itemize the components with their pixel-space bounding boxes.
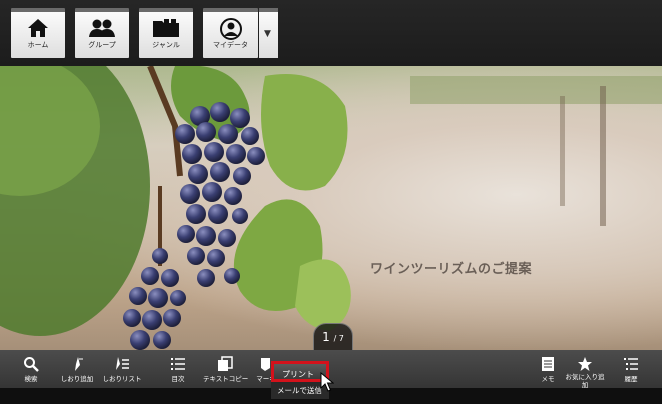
home-icon	[28, 19, 48, 37]
history-icon	[624, 358, 638, 370]
favorite-add-label-line1: お気に入り追	[565, 373, 605, 381]
bookmark-list-icon	[116, 357, 129, 370]
grape-vine-image	[0, 66, 662, 350]
list-icon	[171, 358, 185, 370]
page-indicator[interactable]: 1 / 7	[313, 323, 353, 351]
current-page: 1	[322, 330, 330, 344]
total-pages: / 7	[333, 334, 344, 343]
nav-genre-button[interactable]: ジャンル	[139, 8, 193, 58]
search-icon	[24, 357, 39, 372]
nav-group-button[interactable]: グループ	[75, 8, 129, 58]
chevron-down-icon: ▼	[264, 29, 271, 39]
text-copy-label: テキストコピー	[203, 375, 249, 383]
nav-genre-label: ジャンル	[152, 41, 180, 49]
nav-group-label: グループ	[88, 41, 116, 49]
bookmark-add-icon	[75, 357, 83, 371]
copy-icon	[218, 356, 233, 371]
favorite-add-button[interactable]: お気に入り追 加	[563, 350, 607, 389]
mouse-cursor-icon	[320, 372, 334, 392]
memo-icon	[542, 357, 554, 371]
group-icon	[89, 19, 115, 37]
bookmark-list-label: しおりリスト	[102, 375, 142, 383]
nav-more-dropdown[interactable]: ▼	[259, 8, 278, 58]
hero-title: ワインツーリズムのご提案	[370, 262, 533, 277]
bookmark-add-button[interactable]: しおり追加	[55, 350, 99, 388]
toc-button[interactable]: 目次	[156, 350, 200, 388]
star-icon	[578, 357, 592, 371]
search-button[interactable]: 検索	[9, 350, 53, 388]
toc-label: 目次	[171, 375, 185, 383]
history-label: 履歴	[624, 375, 638, 383]
hero-image: ワインツーリズムのご提案 1 / 7	[0, 66, 662, 352]
user-icon	[219, 18, 242, 40]
nav-home-label: ホーム	[27, 41, 49, 49]
top-navigation-bar: ホーム グループ ジャンル マイデータ ▼	[0, 0, 662, 66]
history-button[interactable]: 履歴	[609, 350, 653, 388]
folder-icon	[153, 19, 179, 37]
nav-mydata-button[interactable]: マイデータ	[203, 8, 258, 58]
text-copy-button[interactable]: テキストコピー	[203, 350, 249, 388]
nav-home-button[interactable]: ホーム	[11, 8, 65, 58]
nav-mydata-label: マイデータ	[213, 41, 248, 49]
bookmark-list-button[interactable]: しおりリスト	[100, 350, 144, 388]
search-label: 検索	[24, 375, 38, 383]
bookmark-add-label: しおり追加	[60, 375, 94, 383]
